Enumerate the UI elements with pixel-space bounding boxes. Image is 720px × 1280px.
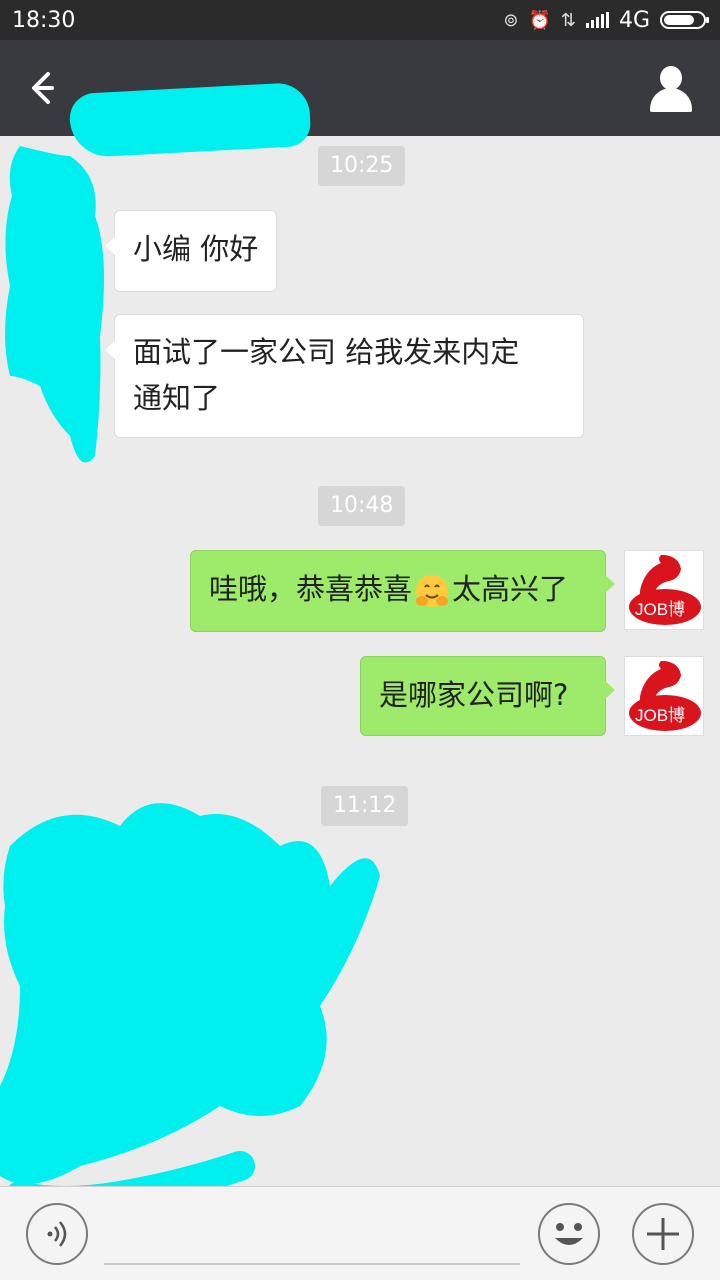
- redaction-mark: [0, 803, 380, 1206]
- message-text: 哇哦，恭喜恭喜: [209, 572, 413, 606]
- smiley-icon[interactable]: [538, 1203, 600, 1265]
- redaction-mark: [5, 146, 104, 463]
- signal-icon: [585, 12, 609, 28]
- voice-icon[interactable]: [26, 1203, 88, 1265]
- message-text: 太高兴了: [452, 572, 569, 606]
- message-text: 小编 你好: [133, 232, 259, 266]
- message-text: 是哪家公司啊?: [379, 678, 569, 712]
- chat-header: [0, 40, 720, 159]
- alarm-icon: ⏰: [528, 9, 551, 31]
- chat-area[interactable]: 10:25 小编 你好 面试了一家公司 给我发来内定 通知了 10:48 哇哦，…: [0, 136, 720, 1206]
- timestamp: 10:48: [318, 486, 406, 526]
- plus-icon[interactable]: [632, 1203, 694, 1265]
- message-text: 面试了一家公司 给我发来内定: [133, 335, 520, 369]
- sent-message[interactable]: 是哪家公司啊?: [360, 656, 615, 736]
- status-bar: 18:30 ⊚ ⏰ ⇅ 4G: [0, 0, 720, 40]
- sync-icon: ⊚: [503, 9, 519, 31]
- battery-icon: [660, 11, 709, 29]
- message-text: 通知了: [133, 381, 221, 415]
- status-icons: ⊚ ⏰ ⇅ 4G: [503, 7, 709, 33]
- avatar[interactable]: JOB博: [624, 550, 704, 630]
- back-arrow-icon[interactable]: [22, 66, 66, 110]
- data-arrows-icon: ⇅: [560, 9, 576, 31]
- person-icon[interactable]: [648, 62, 694, 114]
- hugging-face-icon: [416, 575, 449, 607]
- status-time: 18:30: [12, 7, 76, 33]
- received-message[interactable]: 面试了一家公司 给我发来内定 通知了: [105, 314, 584, 438]
- message-input[interactable]: [104, 1263, 520, 1265]
- avatar-label: JOB博: [635, 600, 686, 619]
- input-bar: [0, 1186, 720, 1280]
- avatar-label: JOB博: [635, 706, 686, 725]
- timestamp: 10:25: [318, 146, 406, 186]
- avatar[interactable]: JOB博: [624, 656, 704, 736]
- received-message[interactable]: 小编 你好: [104, 210, 278, 292]
- sent-message[interactable]: 哇哦，恭喜恭喜 太高兴了: [190, 550, 615, 632]
- network-type: 4G: [618, 7, 650, 33]
